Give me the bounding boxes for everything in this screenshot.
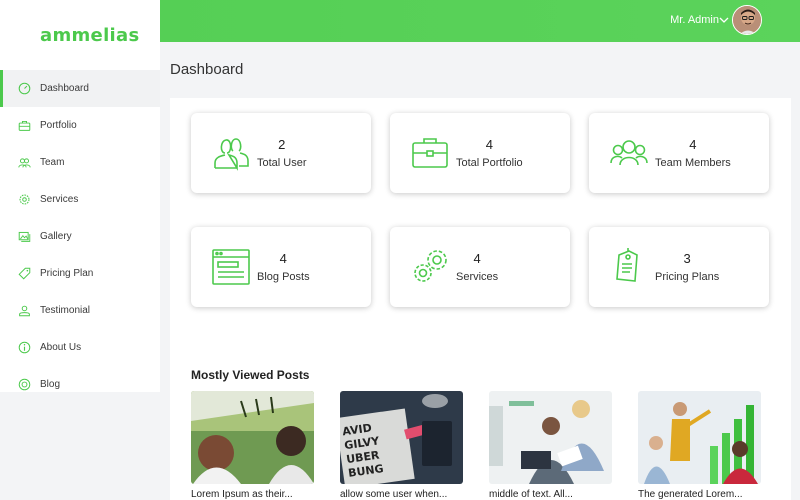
brand-logo[interactable]: ammelias [40, 25, 139, 46]
sidebar-item-team[interactable]: Team [0, 144, 160, 181]
stat-label: Total User [257, 157, 307, 169]
sidebar-item-dashboard[interactable]: Dashboard [0, 70, 160, 107]
post-card[interactable]: The generated Lorem... [638, 391, 761, 500]
stat-card-total-portfolio[interactable]: 4 Total Portfolio [390, 113, 570, 193]
post-caption[interactable]: allow some user when... [340, 489, 463, 500]
team-icon [17, 156, 31, 170]
blog-icon [17, 378, 31, 392]
post-caption[interactable]: The generated Lorem... [638, 489, 761, 500]
post-card[interactable]: AVID GILVY UBER BUNG allow some user whe… [340, 391, 463, 500]
post-card[interactable]: Lorem Ipsum as their... [191, 391, 314, 500]
sidebar-item-label: Testimonial [40, 305, 91, 316]
post-caption[interactable]: Lorem Ipsum as their... [191, 489, 314, 500]
sidebar-item-blog[interactable]: Blog [0, 366, 160, 403]
gear-icon [17, 193, 31, 207]
sidebar-item-label: Gallery [40, 231, 72, 242]
users-icon [211, 133, 251, 173]
stat-value: 3 [683, 251, 691, 266]
stat-card-total-user[interactable]: 2 Total User [191, 113, 371, 193]
post-thumbnail[interactable]: AVID GILVY UBER BUNG [340, 391, 463, 484]
sidebar-item-label: About Us [40, 342, 82, 353]
sidebar-item-gallery[interactable]: Gallery [0, 218, 160, 255]
stat-label: Blog Posts [257, 271, 310, 283]
sidebar-item-label: Pricing Plan [40, 268, 94, 279]
stat-label: Pricing Plans [655, 271, 720, 283]
stat-value: 4 [473, 251, 481, 266]
section-title: Mostly Viewed Posts [191, 368, 310, 382]
stat-label: Team Members [655, 157, 731, 169]
sidebar-item-about-us[interactable]: About Us [0, 329, 160, 366]
stat-value: 2 [278, 137, 286, 152]
sidebar-item-label: Dashboard [40, 83, 89, 94]
stat-value: 4 [485, 137, 493, 152]
team-icon [609, 133, 649, 173]
sidebar-menu: Dashboard Portfolio Team Services Galler… [0, 70, 160, 403]
dashboard-gauge-icon [17, 82, 31, 96]
stat-label: Services [456, 271, 499, 283]
stat-card-pricing-plans[interactable]: 3 Pricing Plans [589, 227, 769, 307]
sidebar-item-portfolio[interactable]: Portfolio [0, 107, 160, 144]
stat-card-team-members[interactable]: 4 Team Members [589, 113, 769, 193]
user-name[interactable]: Mr. Admin [670, 14, 719, 26]
chevron-down-icon[interactable] [718, 13, 730, 25]
post-thumbnail[interactable] [638, 391, 761, 484]
gears-icon [410, 247, 450, 287]
sidebar-item-label: Portfolio [40, 120, 77, 131]
post-card[interactable]: middle of text. All... [489, 391, 612, 500]
gallery-icon [17, 230, 31, 244]
user-badge-icon [17, 304, 31, 318]
top-header: Mr. Admin [160, 0, 800, 42]
page-title: Dashboard [170, 61, 244, 78]
sidebar-item-label: Services [40, 194, 79, 205]
info-icon [17, 341, 31, 355]
sidebar-item-label: Blog [40, 379, 61, 390]
sidebar: ammelias Dashboard Portfolio Team Servic… [0, 0, 160, 392]
stat-card-blog-posts[interactable]: 4 Blog Posts [191, 227, 371, 307]
briefcase-icon [17, 119, 31, 133]
sidebar-item-services[interactable]: Services [0, 181, 160, 218]
stat-card-services[interactable]: 4 Services [390, 227, 570, 307]
post-thumbnail[interactable] [191, 391, 314, 484]
post-caption[interactable]: middle of text. All... [489, 489, 612, 500]
sidebar-item-pricing-plan[interactable]: Pricing Plan [0, 255, 160, 292]
post-thumbnail[interactable] [489, 391, 612, 484]
stat-label: Total Portfolio [456, 157, 523, 169]
briefcase-icon [410, 133, 450, 173]
sidebar-item-label: Team [40, 157, 65, 168]
browser-window-icon [211, 247, 251, 287]
sidebar-item-testimonial[interactable]: Testimonial [0, 292, 160, 329]
logo-area: ammelias [0, 0, 160, 70]
price-tag-icon [17, 267, 31, 281]
price-tag-icon [609, 247, 649, 287]
avatar[interactable] [732, 5, 762, 35]
stat-value: 4 [279, 251, 287, 266]
stat-value: 4 [689, 137, 697, 152]
